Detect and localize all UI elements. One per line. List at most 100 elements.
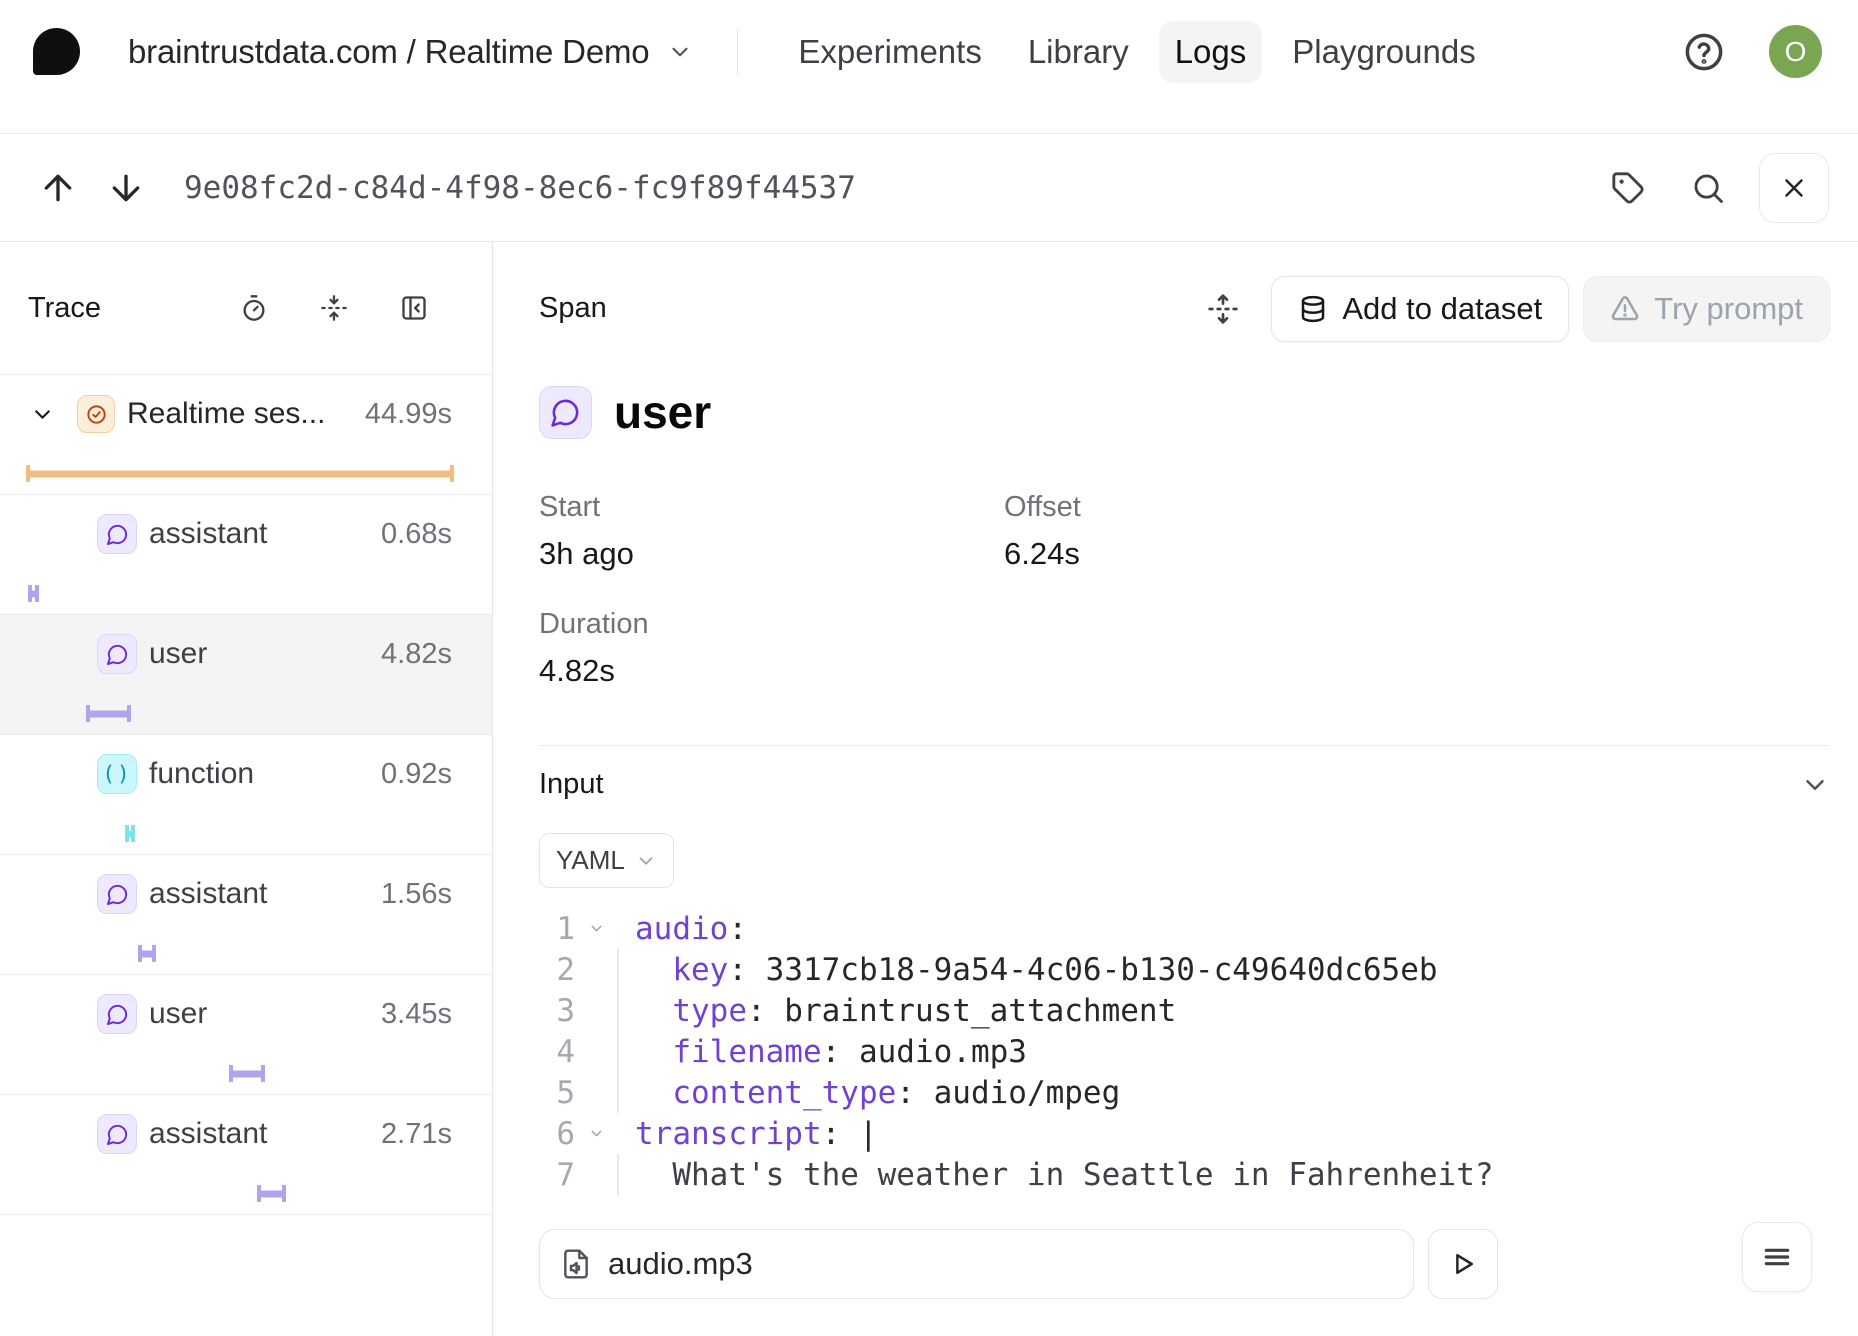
line-number[interactable]: 4: [539, 1034, 575, 1070]
chat-bubble-icon: [539, 386, 592, 439]
audio-attachment[interactable]: audio.mp3: [539, 1229, 1414, 1299]
braintrust-logo[interactable]: [33, 28, 80, 75]
code-text: key: 3317cb18-9a54-4c06-b130-c49640dc65e…: [617, 949, 1438, 990]
code-line: 1 audio:: [539, 908, 1830, 949]
timeline-marker: [230, 1070, 264, 1077]
timeline-marker: [139, 950, 155, 957]
code-line: 5 content_type: audio/mpeg: [539, 1072, 1830, 1113]
close-button[interactable]: [1759, 153, 1829, 223]
trace-span-row[interactable]: user 4.82s: [0, 615, 492, 735]
line-number[interactable]: 5: [539, 1075, 575, 1111]
menu-button[interactable]: [1742, 1222, 1812, 1292]
fold-chevron[interactable]: [581, 920, 611, 937]
span-label: assistant: [149, 517, 267, 551]
fold-vertical-icon[interactable]: [320, 294, 348, 322]
duration-value: 4.82s: [539, 653, 1004, 689]
line-number[interactable]: 1: [539, 911, 575, 947]
trace-span-row[interactable]: () function 0.92s: [0, 735, 492, 855]
offset-value: 6.24s: [1004, 536, 1469, 572]
span-label: function: [149, 757, 254, 791]
chevron-down-icon: [635, 850, 657, 872]
timer-icon[interactable]: [240, 294, 268, 322]
chat-bubble-icon: [97, 1114, 137, 1154]
play-audio-button[interactable]: [1428, 1229, 1498, 1299]
code-text: content_type: audio/mpeg: [617, 1072, 1120, 1113]
format-selector[interactable]: YAML: [539, 833, 674, 888]
task-check-icon: [77, 395, 115, 433]
format-selector-value: YAML: [556, 845, 625, 876]
span-label: assistant: [149, 877, 267, 911]
chat-bubble-icon: [97, 634, 137, 674]
offset-label: Offset: [1004, 491, 1469, 524]
tag-icon[interactable]: [1611, 171, 1645, 205]
timeline-marker: [126, 830, 134, 837]
try-prompt-button[interactable]: Try prompt: [1583, 276, 1830, 342]
line-number[interactable]: 3: [539, 993, 575, 1029]
project-breadcrumb[interactable]: braintrustdata.com / Realtime Demo: [128, 33, 693, 71]
trace-id: 9e08fc2d-c84d-4f98-8ec6-fc9f89f44537: [184, 170, 856, 206]
timeline-marker: [29, 590, 38, 597]
trace-id-bar: 9e08fc2d-c84d-4f98-8ec6-fc9f89f44537: [0, 133, 1858, 242]
yaml-code-block[interactable]: 1 audio: 2 key: 3317cb18-9a54-4c06-b130-…: [539, 908, 1830, 1195]
trace-span-row[interactable]: assistant 0.68s: [0, 495, 492, 615]
arrow-down-icon[interactable]: [106, 168, 146, 208]
chevron-down-icon: [667, 39, 693, 65]
arrow-up-icon[interactable]: [38, 168, 78, 208]
span-duration: 0.92s: [381, 758, 452, 791]
code-line: 3 type: braintrust_attachment: [539, 990, 1830, 1031]
fold-chevron-icon: [588, 920, 605, 937]
fold-chevron-icon: [588, 1125, 605, 1142]
timeline-marker: [87, 710, 130, 717]
nav-items: Experiments Library Logs Playgrounds: [782, 21, 1491, 83]
span-duration: 1.56s: [381, 878, 452, 911]
close-icon: [1779, 173, 1809, 203]
add-to-dataset-label: Add to dataset: [1342, 291, 1542, 327]
add-to-dataset-button[interactable]: Add to dataset: [1271, 276, 1569, 342]
nav-item-experiments[interactable]: Experiments: [782, 21, 997, 83]
function-parentheses-icon: (): [97, 754, 137, 794]
trace-root-row[interactable]: Realtime ses... 44.99s: [0, 375, 492, 495]
play-icon: [1448, 1249, 1478, 1279]
audio-file-icon: [560, 1248, 592, 1280]
unfold-vertical-icon[interactable]: [1207, 293, 1239, 325]
code-text: type: braintrust_attachment: [617, 990, 1176, 1031]
line-number[interactable]: 7: [539, 1157, 575, 1193]
attachment-filename: audio.mp3: [608, 1246, 753, 1282]
input-section-divider: [539, 745, 1830, 746]
start-label: Start: [539, 491, 1004, 524]
span-name: user: [614, 385, 711, 439]
nav-item-library[interactable]: Library: [1012, 21, 1145, 83]
code-text: audio:: [617, 908, 747, 949]
trace-span-row[interactable]: user 3.45s: [0, 975, 492, 1095]
help-icon[interactable]: [1683, 31, 1725, 73]
code-text: transcript: |: [617, 1113, 878, 1154]
span-label: assistant: [149, 1117, 267, 1151]
span-duration: 4.82s: [381, 638, 452, 671]
try-prompt-label: Try prompt: [1654, 291, 1803, 327]
root-span-duration: 44.99s: [365, 398, 452, 431]
trace-span-row[interactable]: assistant 1.56s: [0, 855, 492, 975]
nav-item-playgrounds[interactable]: Playgrounds: [1276, 21, 1491, 83]
line-number[interactable]: 2: [539, 952, 575, 988]
chevron-down-icon[interactable]: [30, 402, 55, 427]
avatar[interactable]: O: [1769, 25, 1822, 78]
timeline-bar-root: [27, 470, 453, 477]
panel-left-icon[interactable]: [400, 294, 428, 322]
trace-tree: Realtime ses... 44.99s assistant 0.68s u…: [0, 375, 492, 1215]
fold-chevron[interactable]: [581, 1125, 611, 1142]
top-nav: braintrustdata.com / Realtime Demo Exper…: [0, 0, 1858, 133]
trace-span-row[interactable]: assistant 2.71s: [0, 1095, 492, 1215]
code-line: 4 filename: audio.mp3: [539, 1031, 1830, 1072]
chat-bubble-icon: [97, 874, 137, 914]
nav-divider: [737, 29, 738, 75]
search-icon[interactable]: [1691, 171, 1725, 205]
line-number[interactable]: 6: [539, 1116, 575, 1152]
input-section-title: Input: [539, 768, 604, 801]
span-duration: 3.45s: [381, 998, 452, 1031]
trace-panel-title: Trace: [28, 292, 101, 325]
code-line: 6 transcript: |: [539, 1113, 1830, 1154]
collapse-section-chevron-icon[interactable]: [1800, 770, 1830, 800]
nav-item-logs[interactable]: Logs: [1159, 21, 1263, 83]
code-text: filename: audio.mp3: [617, 1031, 1027, 1072]
start-value: 3h ago: [539, 536, 1004, 572]
